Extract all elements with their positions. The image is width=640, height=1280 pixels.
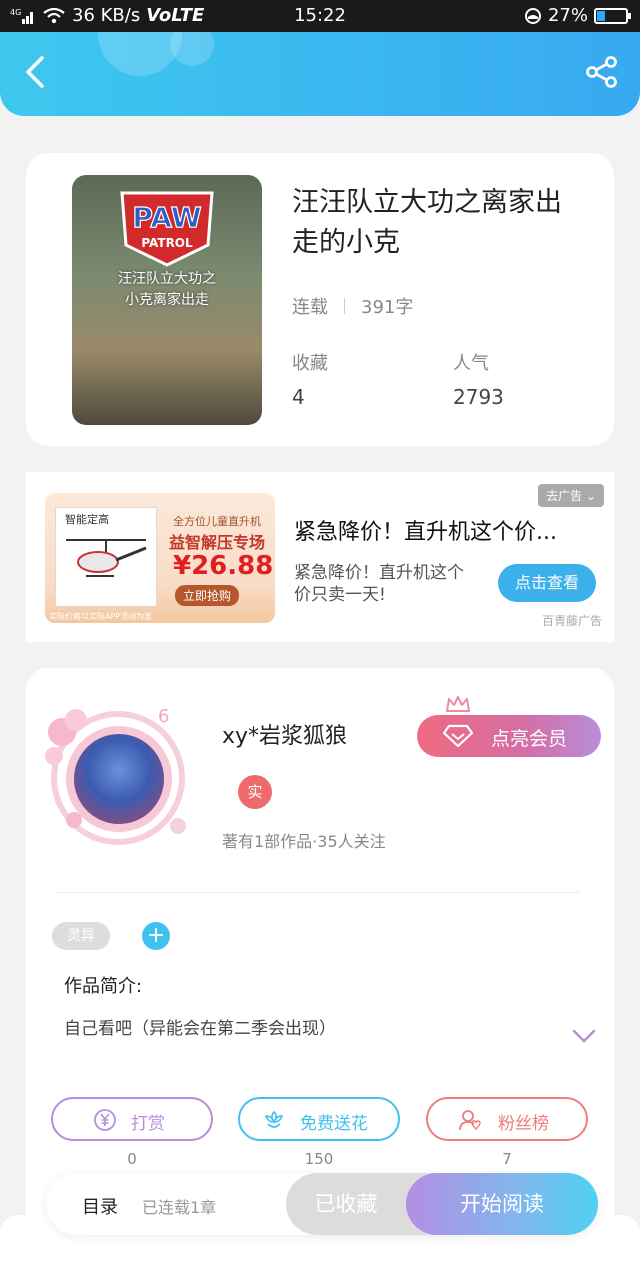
ad-image[interactable]: 智能定高 全方位儿童直升机 益智解压专场 ¥26.88 立即抢购 实际价格以实际… [45,493,275,623]
book-info-card: PAW PATROL 汪汪队立大功之 小克离家出走 汪汪队立大功之离家出走的小克… [26,153,614,446]
chevron-down-icon: ⌄ [585,489,596,503]
verified-badge: 实 [238,775,272,809]
popularity-label: 人气 [453,353,489,374]
author-stats: 著有1部作品·35人关注 [222,832,386,851]
send-flower-button[interactable]: 免费送花 [238,1097,400,1141]
chapter-count: 已连载1章 [142,1198,217,1217]
flower-count: 150 [304,1150,334,1168]
fans-icon [459,1110,481,1131]
fans-count: 7 [502,1150,512,1168]
header-decoration [170,32,214,66]
favorites-label: 收藏 [292,353,328,374]
yen-icon [94,1109,116,1131]
remove-ad-button[interactable]: 去广告 ⌄ [538,484,604,507]
vip-button[interactable]: 点亮会员 [417,696,601,757]
bottom-action-bar: 目录 已连载1章 已收藏 开始阅读 [46,1173,598,1235]
flower-icon [264,1110,284,1128]
ad-buy-button[interactable]: 立即抢购 [175,585,240,606]
back-arrow-icon[interactable] [18,54,54,90]
ad-source: 百青藤广告 [541,614,602,628]
diamond-icon [443,724,473,748]
send-flower-label: 免费送花 [300,1114,368,1134]
paw-patrol-logo: PAW PATROL [120,191,214,267]
ad-disclaimer: 实际价格以实际APP活动为准 [49,612,153,621]
favorited-label: 已收藏 [314,1192,378,1216]
cover-logo-top: PAW [132,201,201,234]
header-decoration [98,32,182,76]
favorites-count: 4 [292,385,305,409]
popularity-count: 2793 [453,385,504,409]
avatar-level: 6 [158,706,169,727]
status-bar: 4G 36 KB/s VoLTE 15:22 27% [0,0,640,32]
intro-text: 自己看吧（异能会在第二季会出现） [64,1019,336,1039]
tip-button[interactable]: 打赏 [51,1097,213,1141]
expand-chevron-icon[interactable] [572,1028,596,1044]
fans-ranking-button[interactable]: 粉丝榜 [426,1097,588,1141]
intro-heading: 作品简介: [64,976,143,997]
book-status: 连载 [292,297,328,318]
ad-title[interactable]: 紧急降价！直升机这个价... [294,514,584,546]
battery-icon [594,7,631,24]
ad-price: ¥26.88 [173,551,274,581]
ad-banner[interactable]: 智能定高 全方位儿童直升机 益智解压专场 ¥26.88 立即抢购 实际价格以实际… [26,472,614,642]
avatar-frame[interactable]: 6 [38,698,198,848]
cover-title: 汪汪队立大功之 小克离家出走 [118,271,216,308]
avatar [66,726,172,832]
ad-box-title: 智能定高 [65,513,109,526]
remove-ad-label: 去广告 [546,489,583,503]
tip-count: 0 [127,1150,137,1168]
share-icon[interactable] [584,54,620,90]
meta-divider [344,298,345,314]
word-count: 391字 [361,297,414,318]
data-saver-icon [524,7,541,24]
cover-logo-bottom: PATROL [141,236,193,250]
book-cover[interactable]: PAW PATROL 汪汪队立大功之 小克离家出走 [72,175,262,425]
crown-icon [446,696,470,712]
ad-image-line1: 全方位儿童直升机 [173,515,261,528]
divider [56,892,580,893]
author-name[interactable]: xy*岩浆狐狼 [222,718,347,750]
book-title: 汪汪队立大功之离家出走的小克 [292,187,562,258]
toc-button[interactable]: 目录 [82,1193,118,1219]
ad-image-line2: 益智解压专场 [169,533,266,552]
tip-label: 打赏 [131,1114,165,1134]
header-bar [0,32,640,116]
genre-tag[interactable]: 灵异 [52,922,110,950]
ad-view-button[interactable]: 点击查看 [498,564,596,602]
helicopter-icon [66,539,147,577]
battery-percent: 27% [547,5,588,26]
ad-description: 紧急降价！直升机这个价只卖一天! [294,563,464,605]
start-reading-button[interactable]: 开始阅读 [406,1173,598,1235]
fans-ranking-label: 粉丝榜 [498,1114,549,1134]
add-tag-button[interactable]: + [142,922,170,950]
vip-button-label: 点亮会员 [491,728,568,750]
